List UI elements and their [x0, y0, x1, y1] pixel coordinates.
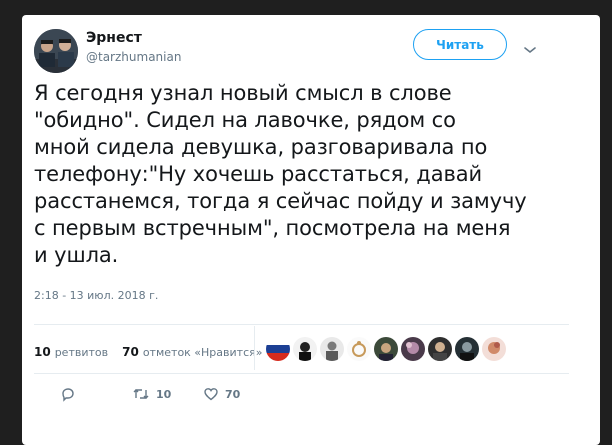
liker-avatar[interactable]	[266, 337, 290, 361]
retweet-icon	[133, 389, 149, 399]
chevron-down-icon[interactable]	[523, 40, 537, 59]
liker-avatar[interactable]	[347, 337, 371, 361]
tweet-line: с первым встречным", посмотрела на меня	[34, 216, 511, 240]
author-avatar[interactable]	[34, 29, 78, 73]
retweet-button[interactable]: 10	[132, 384, 171, 404]
like-count: 70	[225, 387, 241, 401]
heart-icon	[204, 388, 218, 401]
liker-avatar[interactable]	[401, 337, 425, 361]
tweet-line: расстанемся, тогда я сейчас пойду и заму…	[34, 189, 527, 213]
follow-button[interactable]: Читать	[413, 29, 507, 60]
engagement-stats: 10 ретвитов 70 отметок «Нравится»	[34, 343, 262, 361]
liker-avatar[interactable]	[293, 337, 317, 361]
tweet-timestamp[interactable]: 2:18 - 13 июл. 2018 г.	[34, 289, 158, 302]
likes-label[interactable]: отметок «Нравится»	[143, 346, 263, 359]
reply-icon	[62, 388, 74, 402]
tweet-text: Я сегодня узнал новый смысл в слове "оби…	[34, 80, 569, 269]
likes-count[interactable]: 70	[122, 345, 139, 359]
retweet-count: 10	[156, 387, 172, 401]
tweet-line: и ушла.	[34, 243, 119, 267]
liker-avatar[interactable]	[428, 337, 452, 361]
tweet-line: мной сидела девушка, разговаривала по	[34, 135, 488, 159]
liker-avatar[interactable]	[374, 337, 398, 361]
stats-separator	[254, 326, 255, 370]
liker-avatar[interactable]	[320, 337, 344, 361]
liker-avatar[interactable]	[455, 337, 479, 361]
reply-button[interactable]	[60, 384, 76, 404]
author-name[interactable]: Эрнест	[86, 30, 142, 46]
divider	[34, 324, 569, 325]
like-button[interactable]: 70	[203, 384, 240, 404]
tweet-line: телефону:"Ну хочешь расстаться, давай	[34, 162, 483, 186]
divider	[34, 373, 569, 374]
tweet-line: Я сегодня узнал новый смысл в слове	[34, 81, 452, 105]
liker-avatar[interactable]	[482, 337, 506, 361]
author-handle[interactable]: @tarzhumanian	[86, 50, 181, 64]
retweets-count[interactable]: 10	[34, 345, 51, 359]
tweet-line: "обидно". Сидел на лавочке, рядом со	[34, 108, 456, 132]
retweets-label[interactable]: ретвитов	[55, 346, 108, 359]
